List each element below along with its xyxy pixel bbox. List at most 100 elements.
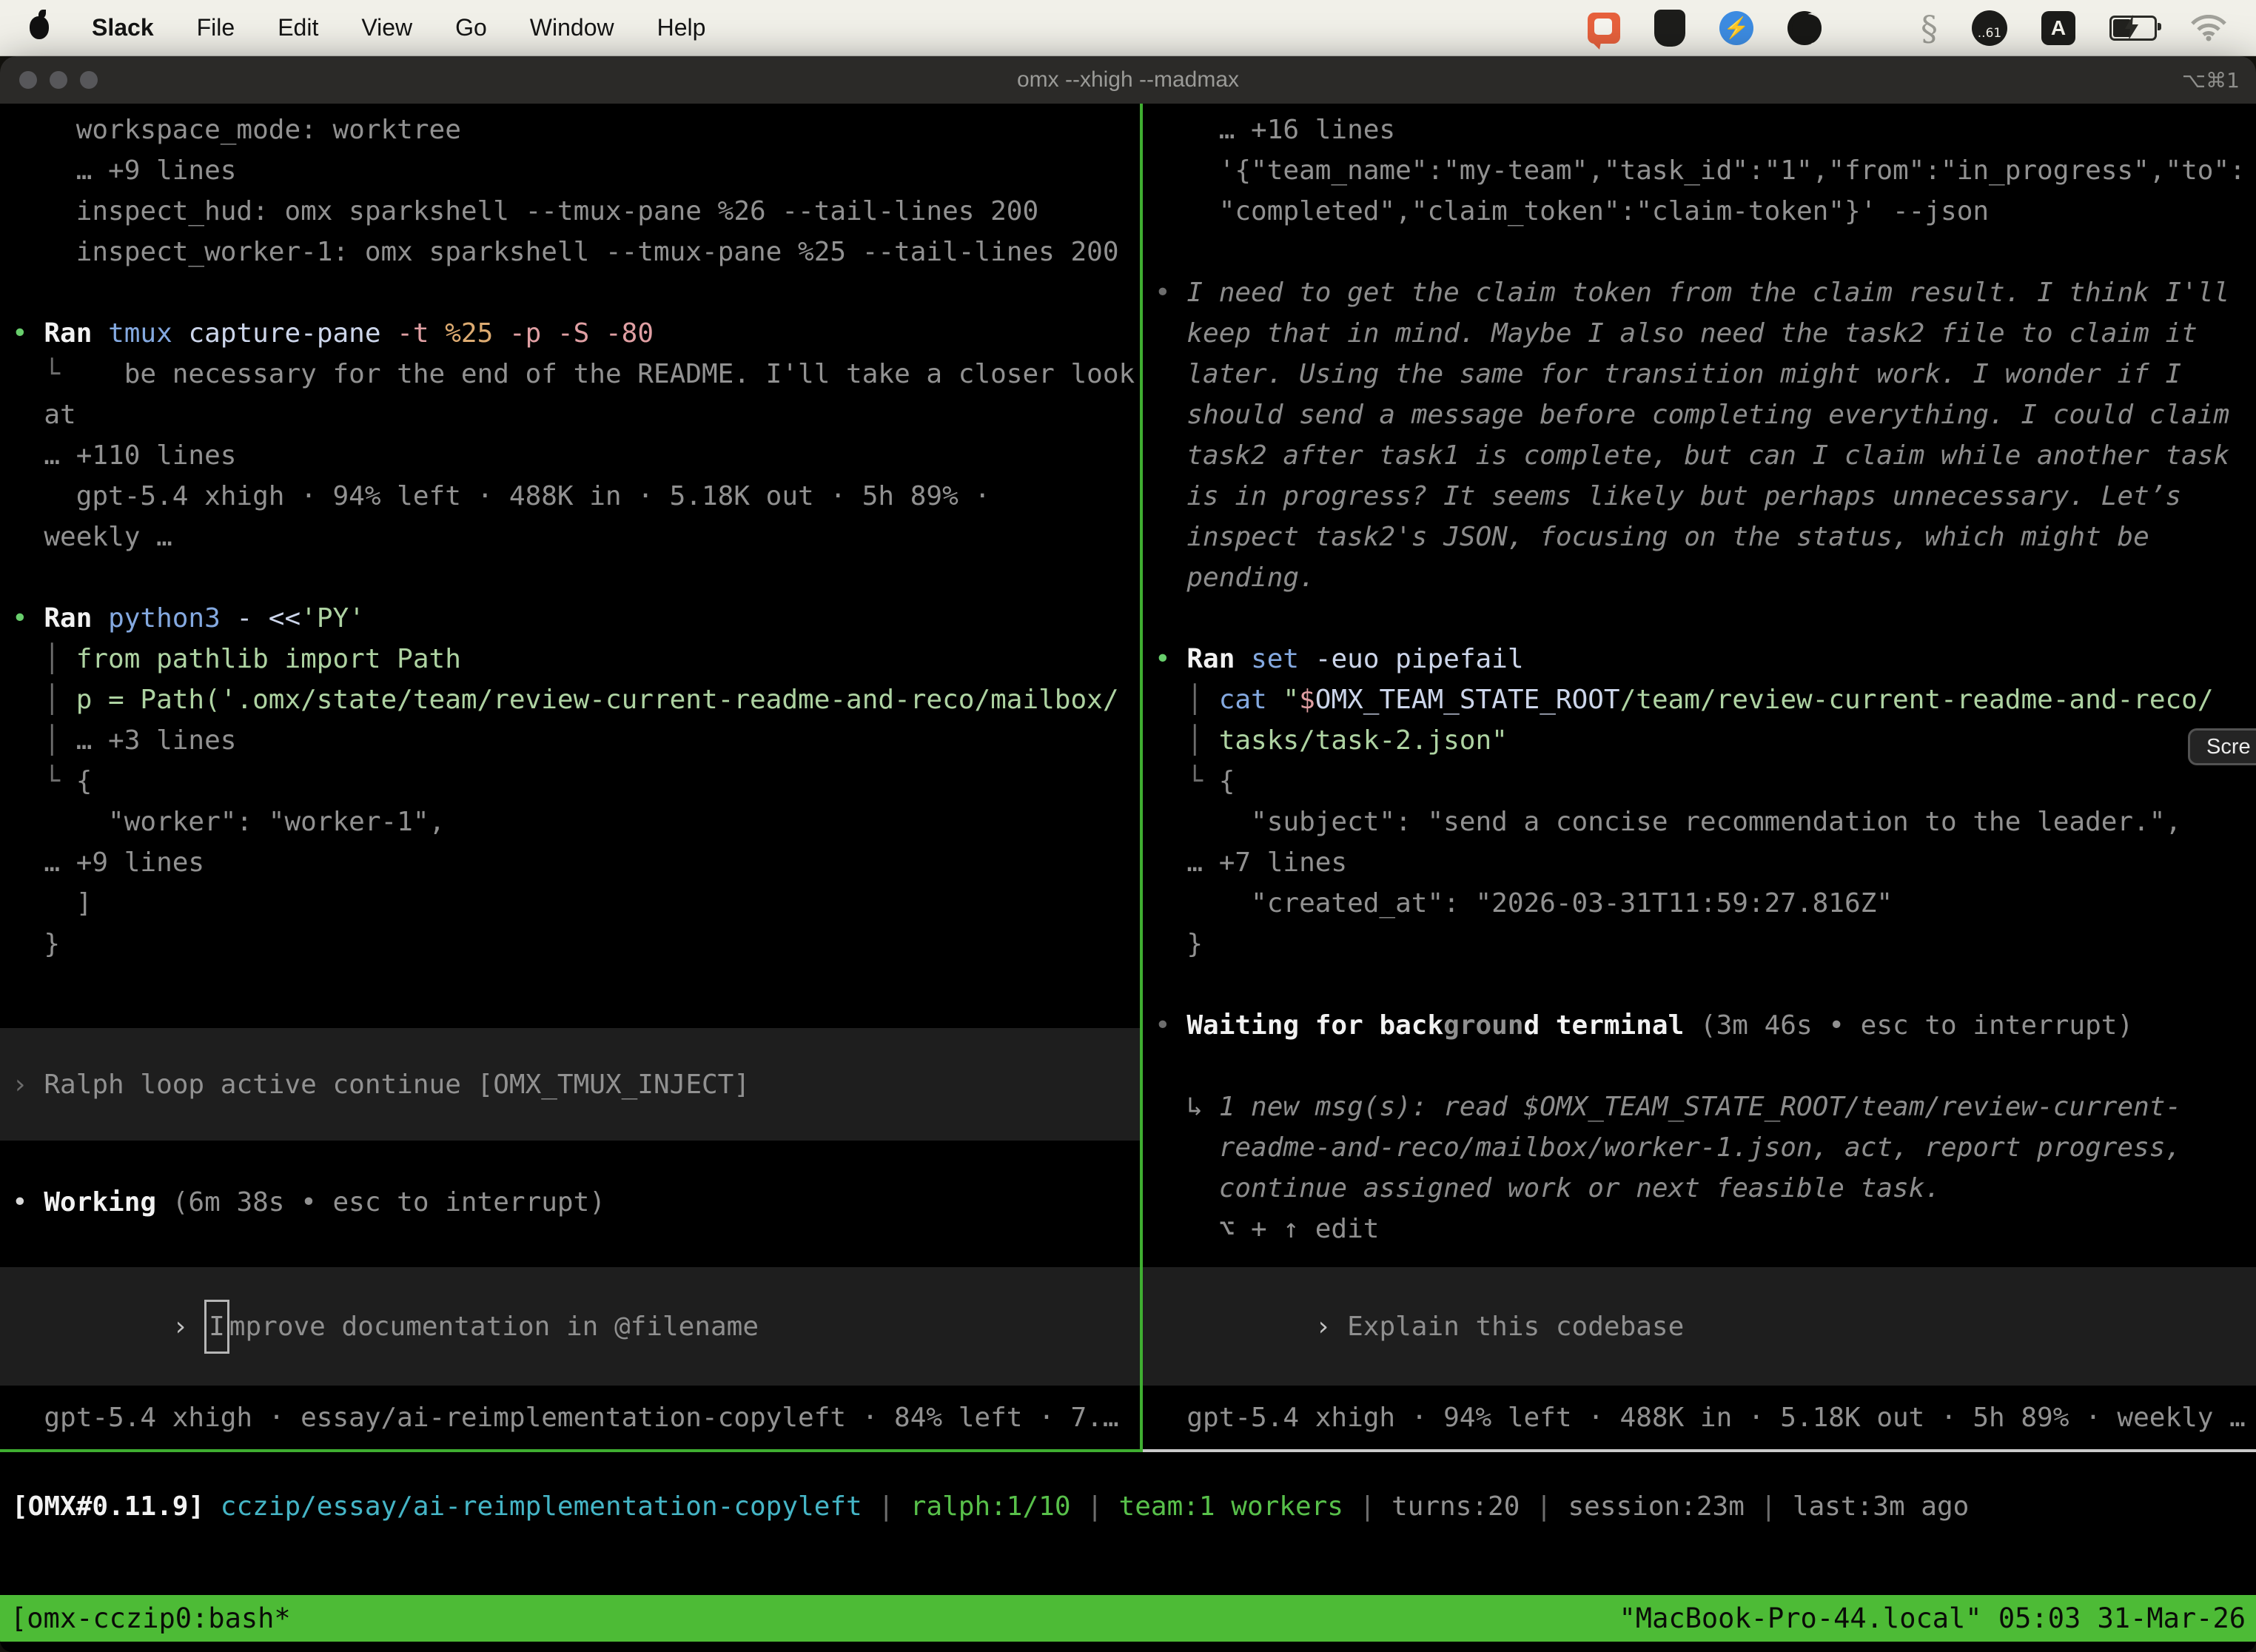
- chat-app-icon[interactable]: [1588, 13, 1620, 44]
- apple-icon[interactable]: [30, 16, 49, 39]
- text-segment: Working: [44, 1187, 172, 1218]
- left-prompt-input[interactable]: › Improve documentation in @filename: [0, 1267, 1140, 1386]
- text-segment: … +3 lines: [76, 725, 237, 756]
- battery-charging-icon[interactable]: [2109, 16, 2157, 41]
- text-segment: $: [1299, 685, 1315, 715]
- text-segment: cat: [1219, 685, 1283, 715]
- text-segment: (3m 46s • esc to interrupt): [1700, 1010, 2133, 1041]
- text-segment: … +16 lines: [1155, 115, 1395, 145]
- menu-item-view[interactable]: View: [361, 14, 412, 41]
- terminal-line: ]: [12, 883, 1140, 924]
- text-segment: weekly …: [12, 522, 172, 552]
- text-segment: set: [1251, 644, 1315, 674]
- terminal-line: [1155, 598, 2256, 639]
- terminal-line: later. Using the same for transition mig…: [1155, 354, 2256, 394]
- omx-hud-pane: [OMX#0.11.9] cczip/essay/ai-reimplementa…: [0, 1452, 2256, 1595]
- inject-banner: › Ralph loop active continue [OMX_TMUX_I…: [0, 1028, 1140, 1141]
- squiggle-icon[interactable]: §: [1921, 8, 1938, 48]
- wifi-icon[interactable]: [2191, 15, 2226, 41]
- right-prompt-input[interactable]: › Explain this codebase: [1143, 1267, 2256, 1386]
- terminal-line: • Waiting for background terminal (3m 46…: [1155, 1005, 2256, 1046]
- close-button[interactable]: [19, 71, 37, 89]
- text-segment: cczip/essay/ai-reimplementation-copyleft: [221, 1491, 879, 1522]
- window-title-bar[interactable]: omx --xhigh --madmax ⌥⌘1: [0, 56, 2256, 104]
- text-segment: should send a message before completing …: [1155, 400, 2229, 430]
- text-segment: inspect_worker-1: omx sparkshell --tmux-…: [12, 237, 1119, 267]
- text-segment: turns:20: [1391, 1491, 1536, 1522]
- terminal-line: workspace_mode: worktree: [12, 110, 1140, 150]
- terminal-line: ⌥ + ↑ edit: [1155, 1209, 2256, 1249]
- moon-crescent-icon[interactable]: [1787, 11, 1822, 45]
- text-segment: d terminal: [1524, 1010, 1700, 1041]
- text-segment: capture-pane: [188, 318, 397, 349]
- keyboard-a-icon[interactable]: A: [2041, 11, 2075, 45]
- pane-worker-right[interactable]: … +16 lines '{"team_name":"my-team","tas…: [1143, 104, 2256, 1449]
- terminal-line: └ {: [1155, 761, 2256, 802]
- text-segment: ↳: [1155, 1092, 1219, 1122]
- terminal-line: • Ran python3 - <<'PY': [12, 598, 1140, 639]
- menu-item-go[interactable]: Go: [455, 14, 487, 41]
- terminal-line: "created_at": "2026-03-31T11:59:27.816Z": [1155, 883, 2256, 924]
- text-segment: Ralph loop active continue [OMX_TMUX_INJ…: [44, 1070, 750, 1100]
- badge-61-icon[interactable]: ..61: [1972, 10, 2007, 46]
- minimize-button[interactable]: [50, 71, 67, 89]
- window-shortcut-badge: ⌥⌘1: [2182, 68, 2240, 93]
- terminal-line: … +16 lines: [1155, 110, 2256, 150]
- text-segment: groun: [1443, 1010, 1523, 1041]
- tmux-status-bar[interactable]: [omx-cczip0:bash* "MacBook-Pro-44.local"…: [0, 1595, 2256, 1642]
- text-segment: at: [12, 400, 76, 430]
- terminal-line: [1155, 232, 2256, 272]
- text-segment: -t: [397, 318, 445, 349]
- text-segment: … +9 lines: [12, 155, 236, 186]
- text-segment: "completed","claim_token":"claim-token"}…: [1155, 196, 1989, 226]
- text-segment: inspect_hud: omx sparkshell --tmux-pane …: [12, 196, 1038, 226]
- text-segment: •: [1155, 1010, 1186, 1041]
- horizontal-pane-border[interactable]: [0, 1449, 2256, 1452]
- tmux-panes: workspace_mode: worktree … +9 lines insp…: [0, 104, 2256, 1449]
- terminal-window: omx --xhigh --madmax ⌥⌘1 workspace_mode:…: [0, 56, 2256, 1652]
- text-segment: ": [1283, 685, 1299, 715]
- terminal-line: › Ralph loop active continue [OMX_TMUX_I…: [12, 1064, 1140, 1105]
- text-segment: 'PY': [301, 603, 365, 634]
- terminal-line: [12, 272, 1140, 313]
- text-segment: │: [12, 685, 76, 715]
- text-segment: I need to get the claim token from the c…: [1186, 278, 2229, 308]
- terminal-line: readme-and-reco/mailbox/worker-1.json, a…: [1155, 1127, 2256, 1168]
- terminal-line: keep that in mind. Maybe I also need the…: [1155, 313, 2256, 354]
- menu-item-edit[interactable]: Edit: [278, 14, 318, 41]
- menu-item-window[interactable]: Window: [530, 14, 614, 41]
- text-segment: }: [12, 929, 60, 959]
- terminal-line: ↳ 1 new msg(s): read $OMX_TEAM_STATE_ROO…: [1155, 1087, 2256, 1127]
- text-segment: readme-and-reco/mailbox/worker-1.json, a…: [1155, 1132, 2181, 1163]
- desktop: { "colors":{"pane_border_green":"#3fae31…: [0, 0, 2256, 1652]
- text-segment: … +7 lines: [1155, 847, 1347, 878]
- text-segment: |: [878, 1491, 910, 1522]
- text-segment: └: [12, 766, 76, 796]
- text-segment: -euo pipefail: [1315, 644, 1524, 674]
- text-segment: |: [1536, 1491, 1568, 1522]
- terminal-line: '{"team_name":"my-team","task_id":"1","f…: [1155, 150, 2256, 191]
- terminal-line: [1155, 1046, 2256, 1087]
- menu-item-help[interactable]: Help: [657, 14, 706, 41]
- terminal-line: │ cat "$OMX_TEAM_STATE_ROOT/team/review-…: [1155, 679, 2256, 720]
- text-segment: Ran: [44, 318, 108, 349]
- zoom-button[interactable]: [80, 71, 98, 89]
- menu-item-slack[interactable]: Slack: [92, 14, 154, 41]
- text-segment: %25: [445, 318, 509, 349]
- text-segment: |: [1087, 1491, 1118, 1522]
- text-segment: inspect task2's JSON, focusing on the st…: [1155, 522, 2149, 552]
- text-segment: |: [1360, 1491, 1391, 1522]
- screenshot-overlay-button[interactable]: Scre: [2188, 728, 2256, 765]
- window-title: omx --xhigh --madmax: [0, 67, 2256, 93]
- terminal-line: inspect task2's JSON, focusing on the st…: [1155, 517, 2256, 557]
- text-segment: later. Using the same for transition mig…: [1155, 359, 2181, 389]
- shield-grid-icon[interactable]: [1654, 10, 1685, 47]
- text-segment: p = Path('.omx/state/team/review-current…: [76, 685, 1119, 715]
- text-segment: gpt-5.4 xhigh · 94% left · 488K in · 5.1…: [12, 481, 990, 511]
- bolt-blue-icon[interactable]: ⚡: [1719, 11, 1753, 45]
- dots-grid-icon[interactable]: [1856, 13, 1887, 44]
- pane-worker-left[interactable]: workspace_mode: worktree … +9 lines insp…: [0, 104, 1140, 1449]
- text-segment: … +9 lines: [12, 847, 204, 878]
- menu-item-file[interactable]: File: [197, 14, 235, 41]
- terminal-line: [OMX#0.11.9] cczip/essay/ai-reimplementa…: [12, 1486, 2256, 1527]
